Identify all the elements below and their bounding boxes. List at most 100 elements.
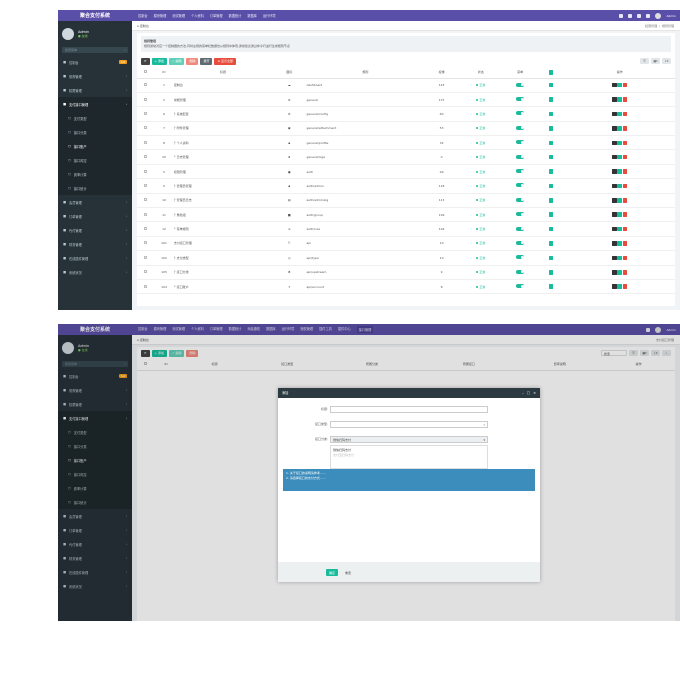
- nav-item[interactable]: 控制台: [138, 13, 148, 18]
- menu-toggle[interactable]: [516, 140, 525, 145]
- delete-icon[interactable]: [622, 97, 628, 102]
- menu-toggle[interactable]: [516, 212, 525, 217]
- row-checkbox[interactable]: [144, 126, 148, 130]
- category-select[interactable]: 微信扫码支付 ▾: [330, 436, 488, 443]
- column-header[interactable]: 规则: [306, 67, 425, 79]
- row-checkbox[interactable]: [144, 212, 148, 216]
- table-row[interactable]: 20 └ 日志管理 ♠ general/logs 0 正常: [137, 149, 675, 165]
- table-row[interactable]: 2 常规管理 ⚙ general 137 正常: [137, 92, 675, 108]
- nav-item[interactable]: 个人资料: [191, 13, 204, 18]
- user-avatar[interactable]: [655, 12, 662, 19]
- delete-icon[interactable]: [622, 198, 628, 203]
- column-header[interactable]: [137, 67, 155, 79]
- breadcrumb-right-2[interactable]: 规则管理: [662, 24, 674, 28]
- sidebar-item[interactable]: ○ 支付类型: [58, 111, 132, 125]
- edit-icon[interactable]: [617, 169, 622, 174]
- sidebar-item[interactable]: ■ 在线插件管理 ‹: [58, 251, 132, 265]
- expand-icon[interactable]: [548, 284, 554, 289]
- menu-toggle[interactable]: [516, 97, 525, 102]
- sidebar-item[interactable]: ○ 费率计算: [58, 167, 132, 181]
- expand-icon[interactable]: [548, 126, 554, 131]
- home-icon[interactable]: [619, 13, 624, 18]
- edit-icon[interactable]: [617, 270, 622, 275]
- drag-icon[interactable]: [612, 169, 617, 174]
- delete-icon[interactable]: [622, 169, 628, 174]
- table-row[interactable]: 10 ├ 管理员日志 ▤ auth/adminlog 113 正常: [137, 193, 675, 209]
- delete-icon[interactable]: [622, 255, 628, 261]
- breadcrumb-item[interactable]: 控制台: [140, 24, 149, 28]
- expand-icon[interactable]: [548, 97, 554, 102]
- ok-button[interactable]: 确定: [326, 569, 339, 576]
- drag-icon[interactable]: [612, 154, 617, 160]
- menu-toggle[interactable]: [516, 240, 525, 245]
- toggle-view-button[interactable]: ☰: [640, 58, 649, 64]
- drag-icon[interactable]: [612, 226, 617, 232]
- nav-item[interactable]: 测试管理: [172, 13, 185, 18]
- drag-icon[interactable]: [612, 241, 617, 246]
- table-row[interactable]: 12 └ 菜单规则 ≡ auth/rule 104 正常: [137, 221, 675, 237]
- edit-icon[interactable]: [617, 140, 622, 145]
- drag-icon[interactable]: [612, 198, 617, 203]
- close-icon[interactable]: ×: [533, 388, 536, 398]
- settings-icon[interactable]: [646, 13, 651, 18]
- menu-toggle[interactable]: [516, 111, 525, 116]
- column-header[interactable]: [537, 67, 565, 79]
- edit-button[interactable]: ✓ 编辑: [168, 57, 185, 65]
- nav-item[interactable]: 数据统计: [229, 13, 242, 18]
- row-checkbox[interactable]: [144, 169, 148, 173]
- drag-icon[interactable]: [612, 82, 617, 88]
- nav-item[interactable]: 运行环境: [263, 13, 276, 18]
- column-header[interactable]: 状态: [458, 67, 503, 79]
- drag-icon[interactable]: [612, 140, 617, 145]
- drag-icon[interactable]: [612, 111, 617, 117]
- menu-toggle[interactable]: [516, 197, 525, 202]
- drag-icon[interactable]: [612, 183, 617, 189]
- sidebar-item[interactable]: ■ 代付管理 ‹: [58, 223, 132, 237]
- add-button[interactable]: + 添加: [151, 57, 167, 65]
- nav-item[interactable]: 订单管理: [210, 13, 223, 18]
- expand-icon[interactable]: [548, 140, 554, 145]
- delete-icon[interactable]: [622, 284, 628, 289]
- expand-button[interactable]: 展开: [200, 57, 213, 65]
- refresh-icon[interactable]: [628, 13, 633, 18]
- table-row[interactable]: 11 ├ 角色组 ■ auth/group 109 正常: [137, 207, 675, 223]
- sidebar-item[interactable]: ○ 接口分类: [58, 125, 132, 139]
- sidebar-search-input[interactable]: 搜索菜单 ⌕: [62, 47, 128, 53]
- sidebar-item[interactable]: ○ 接口统计: [58, 181, 132, 195]
- reset-button[interactable]: 重置: [342, 569, 354, 576]
- table-row[interactable]: 9 ├ 管理员管理 ♟ auth/admin 118 正常: [137, 178, 675, 194]
- sidebar-item[interactable]: ■ 控制台 hot: [58, 55, 132, 69]
- menu-toggle[interactable]: [516, 183, 525, 188]
- user-name[interactable]: Admin: [666, 14, 676, 18]
- column-header[interactable]: ID: [154, 67, 174, 79]
- sidebar-item[interactable]: ■ 财务管理 ‹: [58, 237, 132, 251]
- expand-icon[interactable]: [548, 226, 554, 232]
- delete-icon[interactable]: [622, 183, 628, 189]
- column-header[interactable]: 图标: [272, 67, 307, 79]
- row-checkbox[interactable]: [144, 241, 148, 245]
- edit-icon[interactable]: [617, 198, 622, 203]
- table-row[interactable]: 1 控制台 ☁ dashboard 143 正常: [137, 78, 675, 93]
- column-header[interactable]: 标题: [173, 67, 273, 79]
- table-row[interactable]: 6 ├ 系统配置 ⚙ general/config 60 正常: [137, 106, 675, 122]
- expand-icon[interactable]: [548, 183, 554, 189]
- drag-icon[interactable]: [612, 212, 617, 217]
- drag-icon[interactable]: [612, 126, 617, 131]
- toggle-menu-button[interactable]: ≡ 显示全部: [214, 57, 236, 65]
- sidebar-item[interactable]: ■ 会员管理 ‹: [58, 195, 132, 209]
- edit-icon[interactable]: [617, 183, 622, 189]
- export-button[interactable]: ⇩▾: [662, 58, 671, 64]
- sidebar-item[interactable]: ■ 常规管理 ‹: [58, 69, 132, 83]
- expand-icon[interactable]: [548, 255, 554, 261]
- edit-icon[interactable]: [617, 241, 622, 246]
- edit-icon[interactable]: [617, 255, 622, 261]
- row-checkbox[interactable]: [144, 255, 148, 259]
- row-checkbox[interactable]: [144, 97, 148, 101]
- table-row[interactable]: 5 权限管理 ● auth 99 正常: [137, 164, 675, 180]
- row-checkbox[interactable]: [144, 270, 148, 274]
- expand-icon[interactable]: [548, 111, 554, 117]
- expand-icon[interactable]: [548, 154, 554, 160]
- row-checkbox[interactable]: [144, 183, 148, 187]
- edit-icon[interactable]: [617, 154, 622, 160]
- delete-icon[interactable]: [622, 241, 628, 246]
